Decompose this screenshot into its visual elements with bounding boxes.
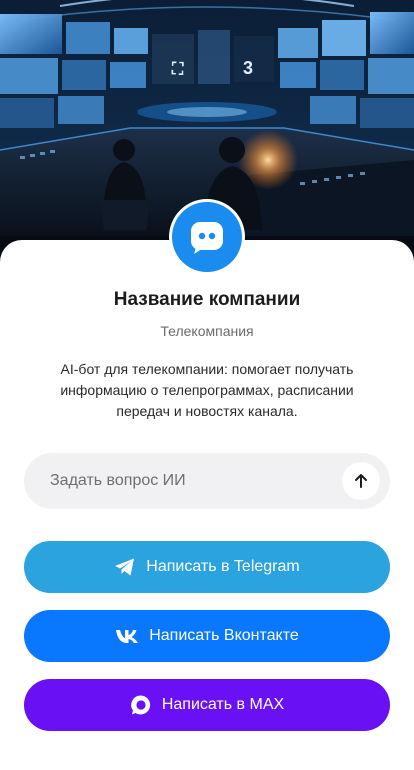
send-button[interactable] bbox=[342, 462, 380, 500]
max-button[interactable]: Написать в MAX bbox=[24, 679, 390, 731]
telegram-button[interactable]: Написать в Telegram bbox=[24, 541, 390, 593]
telegram-icon bbox=[114, 557, 136, 577]
vk-button[interactable]: Написать Вконтакте bbox=[24, 610, 390, 662]
chat-bot-icon bbox=[172, 202, 242, 272]
svg-text:⛶: ⛶ bbox=[171, 61, 184, 78]
company-description: AI-бот для телекомпании: помогает получа… bbox=[60, 361, 354, 419]
company-name: Название компании bbox=[113, 289, 301, 310]
vk-button-label: Написать Вконтакте bbox=[149, 627, 299, 644]
hero-screen-digit: 3 bbox=[243, 58, 253, 78]
telegram-button-label: Написать в Telegram bbox=[146, 558, 300, 575]
company-type: Телекомпания bbox=[160, 323, 254, 339]
company-avatar bbox=[169, 199, 245, 275]
vk-icon bbox=[115, 628, 139, 644]
ask-ai-input[interactable] bbox=[48, 471, 342, 491]
ask-ai-box bbox=[24, 453, 390, 509]
max-button-label: Написать в MAX bbox=[161, 696, 285, 713]
arrow-up-icon bbox=[355, 474, 367, 488]
max-icon bbox=[130, 694, 152, 716]
